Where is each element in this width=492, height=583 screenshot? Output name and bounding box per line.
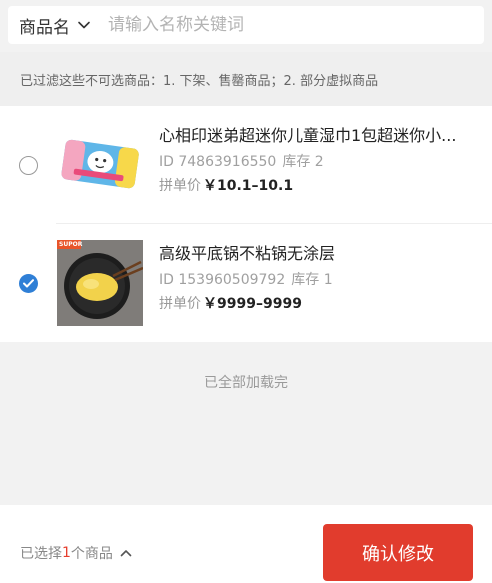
search-type-dropdown[interactable]: 商品名	[8, 6, 104, 44]
product-price: ￥9999–9999	[203, 296, 302, 312]
confirm-button[interactable]: 确认修改	[323, 524, 473, 581]
product-stock: 库存 1	[291, 272, 333, 288]
product-row[interactable]: 心相印迷弟超迷你儿童湿巾1包超迷你小... ID 74863916550 库存 2…	[0, 106, 492, 224]
product-title: 高级平底锅不粘锅无涂层	[159, 244, 336, 263]
product-id: ID 74863916550	[159, 154, 277, 170]
bottom-bar: 已选择 1 个商品 确认修改	[0, 505, 492, 583]
product-stock: 库存 2	[282, 154, 324, 170]
checkmark-icon	[23, 279, 34, 288]
price-label: 拼单价	[159, 296, 201, 312]
product-image: SUPOR	[57, 240, 143, 326]
product-price-row: 拼单价 ￥9999–9999	[159, 293, 479, 315]
product-list: 心相印迷弟超迷你儿童湿巾1包超迷你小... ID 74863916550 库存 2…	[0, 106, 492, 342]
product-row[interactable]: SUPOR 高级平底锅不粘锅无涂层 ID 153960509792 库存 1 拼单…	[0, 224, 492, 342]
selected-prefix: 已选择	[20, 546, 62, 562]
chevron-up-icon	[120, 550, 132, 557]
product-price-row: 拼单价 ￥10.1–10.1	[159, 175, 479, 197]
filter-notice: 已过滤这些不可选商品：1. 下架、售罄商品；2. 部分虚拟商品	[0, 52, 492, 106]
product-meta: ID 74863916550 库存 2	[159, 152, 479, 172]
search-bar: 商品名	[0, 0, 492, 52]
product-id: ID 153960509792	[159, 272, 286, 288]
list-end-text: 已全部加载完	[204, 375, 288, 391]
select-radio-checked[interactable]	[19, 274, 38, 293]
price-label: 拼单价	[159, 178, 201, 194]
product-meta: ID 153960509792 库存 1	[159, 270, 479, 290]
brand-badge: SUPOR	[59, 241, 83, 248]
select-radio[interactable]	[19, 156, 38, 175]
search-box: 商品名	[8, 6, 484, 44]
selected-count: 1	[62, 545, 71, 561]
search-type-label: 商品名	[19, 17, 70, 38]
product-image	[57, 122, 143, 208]
selected-summary[interactable]: 已选择 1 个商品	[20, 543, 133, 563]
search-input[interactable]	[104, 6, 484, 44]
chevron-down-icon	[78, 21, 90, 29]
product-title: 心相印迷弟超迷你儿童湿巾1包超迷你小...	[159, 126, 457, 145]
selected-suffix: 个商品	[70, 546, 113, 562]
product-price: ￥10.1–10.1	[203, 178, 294, 194]
